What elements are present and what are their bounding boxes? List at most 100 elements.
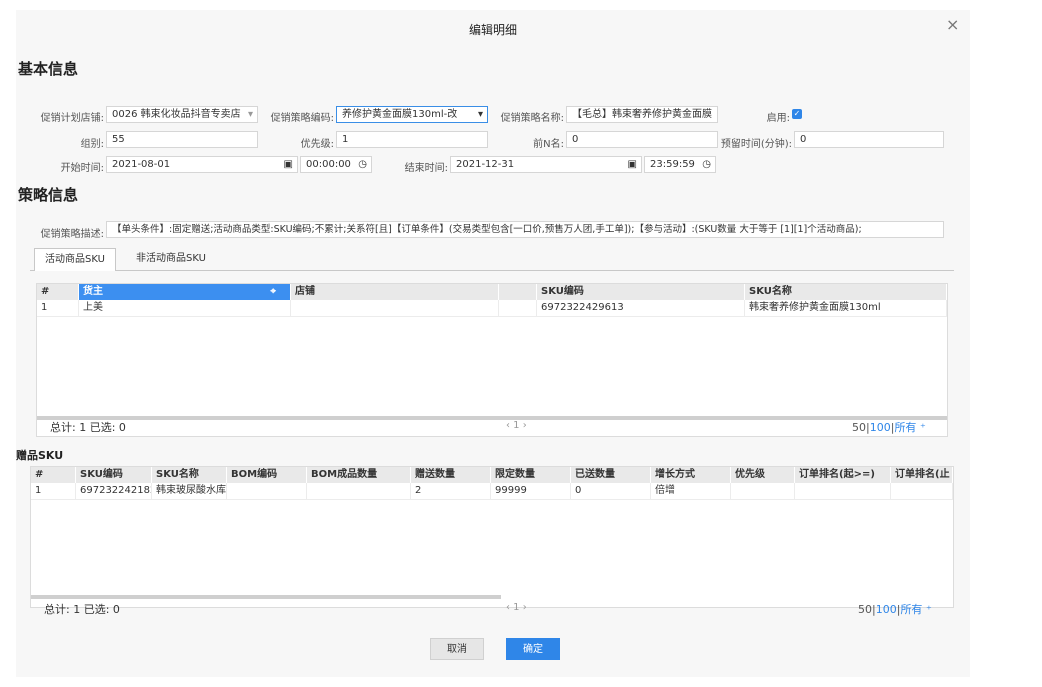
close-icon[interactable]: × <box>946 15 959 34</box>
reserve-field[interactable]: 0 <box>794 131 944 148</box>
table-cell: 韩束奢养修护黄金面膜130ml <box>745 300 947 316</box>
gift-grid-summary: 总计: 1 已选: 0 <box>44 603 120 616</box>
enable-checkbox[interactable]: ✓ <box>792 109 802 119</box>
horizontal-scrollbar[interactable] <box>37 416 947 420</box>
table-cell <box>795 483 891 499</box>
name-field[interactable]: 【毛总】韩束奢养修护黄金面膜 <box>566 106 718 123</box>
clock-icon[interactable]: ◷ <box>702 157 711 172</box>
column-header-label: 货主 <box>83 286 103 297</box>
column-header[interactable]: 店铺 <box>291 284 499 300</box>
store-select[interactable]: 0026 韩束化妆品抖音专卖店 ▾ <box>106 106 258 123</box>
table-cell: 697232242182 <box>76 483 152 499</box>
end-time-field[interactable]: 23:59:59 ◷ <box>644 156 716 173</box>
code-value: 养修护黄金面膜130ml-改 <box>342 109 458 120</box>
calendar-icon[interactable]: ▣ <box>284 157 293 172</box>
name-label: 促销策略名称: <box>500 113 564 124</box>
code-select[interactable]: 养修护黄金面膜130ml-改 ▾ <box>336 106 488 123</box>
tab-inactive-sku[interactable]: 非活动商品SKU <box>126 248 216 270</box>
page-size-100[interactable]: 100 <box>876 603 897 616</box>
page-size-50[interactable]: 50 <box>858 603 872 616</box>
table-cell: 99999 <box>491 483 571 499</box>
caret-up-icon[interactable]: ⁺ <box>920 421 926 434</box>
table-cell: 1 <box>31 483 76 499</box>
table-cell <box>499 300 537 316</box>
dialog-title: 编辑明细 <box>468 23 517 37</box>
desc-value: 【单头条件】:固定赠送;活动商品类型:SKU编码;不累计;关系符[且]【订单条件… <box>112 224 862 235</box>
column-header[interactable]: SKU名称 <box>152 467 227 483</box>
grid-header: # SKU编码 SKU名称 BOM编码 BOM成品数量 赠送数量 限定数量 已送… <box>31 467 953 483</box>
start-date-field[interactable]: 2021-08-01 ▣ <box>106 156 298 173</box>
column-header[interactable]: 已送数量 <box>571 467 651 483</box>
page-size-100[interactable]: 100 <box>870 421 891 434</box>
column-header[interactable]: SKU名称 <box>745 284 947 300</box>
column-header[interactable]: 订单排名(起>=) <box>795 467 891 483</box>
reserve-label: 预留时间(分钟): <box>720 139 792 150</box>
calendar-icon[interactable]: ▣ <box>628 157 637 172</box>
start-time-field[interactable]: 00:00:00 ◷ <box>300 156 372 173</box>
column-header[interactable]: 限定数量 <box>491 467 571 483</box>
desc-field[interactable]: 【单头条件】:固定赠送;活动商品类型:SKU编码;不累计;关系符[且]【订单条件… <box>106 221 944 238</box>
column-header[interactable]: SKU编码 <box>76 467 152 483</box>
gift-grid-pager[interactable]: ‹ 1 › <box>506 602 527 613</box>
caret-up-icon[interactable]: ⁺ <box>926 603 932 616</box>
table-row[interactable]: 1 697232242182 韩束玻尿酸水库 2 99999 0 倍增 <box>31 483 953 500</box>
end-date-field[interactable]: 2021-12-31 ▣ <box>450 156 642 173</box>
column-header[interactable]: 订单排名(止 <box>891 467 953 483</box>
column-header[interactable]: 赠送数量 <box>411 467 491 483</box>
topn-field[interactable]: 0 <box>566 131 718 148</box>
horizontal-scrollbar[interactable] <box>31 595 501 599</box>
column-header-owner[interactable]: 货主 ⌖ <box>79 284 291 300</box>
group-label: 组别: <box>80 139 104 150</box>
page-size-50[interactable]: 50 <box>852 421 866 434</box>
grid-header: # 货主 ⌖ 店铺 SKU编码 SKU名称 <box>37 284 947 300</box>
table-cell: 6972322429613 <box>537 300 745 316</box>
tab-label: 活动商品SKU <box>45 254 105 265</box>
topn-value: 0 <box>572 134 579 145</box>
column-header[interactable]: 优先级 <box>731 467 795 483</box>
tab-active-sku[interactable]: 活动商品SKU <box>34 248 116 271</box>
column-header[interactable]: # <box>31 467 76 483</box>
gift-sku-heading: 赠品SKU <box>16 449 64 462</box>
column-header[interactable]: # <box>37 284 79 300</box>
edit-detail-dialog: 编辑明细 × 基本信息 促销计划店铺: 0026 韩束化妆品抖音专卖店 ▾ 促销… <box>16 10 970 677</box>
table-cell <box>731 483 795 499</box>
column-header[interactable]: BOM成品数量 <box>307 467 411 483</box>
column-header[interactable]: BOM编码 <box>227 467 307 483</box>
store-label: 促销计划店铺: <box>40 113 104 124</box>
start-time-value: 00:00:00 <box>306 159 351 170</box>
gift-sku-grid: # SKU编码 SKU名称 BOM编码 BOM成品数量 赠送数量 限定数量 已送… <box>30 466 954 608</box>
sort-icon[interactable]: ⌖ <box>270 284 276 300</box>
cancel-button[interactable]: 取消 <box>430 638 484 660</box>
strategy-info-heading: 策略信息 <box>18 186 79 204</box>
table-cell <box>291 300 499 316</box>
priority-label: 优先级: <box>300 139 334 150</box>
confirm-button[interactable]: 确定 <box>506 638 560 660</box>
column-header[interactable]: SKU编码 <box>537 284 745 300</box>
table-cell: 韩束玻尿酸水库 <box>152 483 227 499</box>
active-sku-grid: # 货主 ⌖ 店铺 SKU编码 SKU名称 1 上美 6972322429613… <box>36 283 948 437</box>
page-size-all[interactable]: 所有 <box>894 421 916 434</box>
active-grid-page-size: 50|100|所有 ⁺ <box>852 419 926 435</box>
group-field[interactable]: 55 <box>106 131 258 148</box>
basic-info-heading: 基本信息 <box>18 60 79 78</box>
clock-icon[interactable]: ◷ <box>358 157 367 172</box>
desc-label: 促销策略描述: <box>40 229 104 240</box>
column-header[interactable] <box>499 284 537 300</box>
active-grid-pager[interactable]: ‹ 1 › <box>506 420 527 431</box>
table-cell <box>891 483 953 499</box>
start-date-value: 2021-08-01 <box>112 159 171 170</box>
table-cell: 2 <box>411 483 491 499</box>
start-label: 开始时间: <box>60 163 104 174</box>
enable-label: 启用: <box>766 113 790 124</box>
reserve-value: 0 <box>800 134 807 145</box>
active-grid-summary: 总计: 1 已选: 0 <box>50 421 126 434</box>
name-value: 【毛总】韩束奢养修护黄金面膜 <box>572 109 712 120</box>
end-label: 结束时间: <box>404 163 448 174</box>
priority-field[interactable]: 1 <box>336 131 488 148</box>
table-cell: 1 <box>37 300 79 316</box>
priority-value: 1 <box>342 134 349 145</box>
table-cell: 0 <box>571 483 651 499</box>
table-row[interactable]: 1 上美 6972322429613 韩束奢养修护黄金面膜130ml <box>37 300 947 317</box>
column-header[interactable]: 增长方式 <box>651 467 731 483</box>
page-size-all[interactable]: 所有 <box>900 603 922 616</box>
